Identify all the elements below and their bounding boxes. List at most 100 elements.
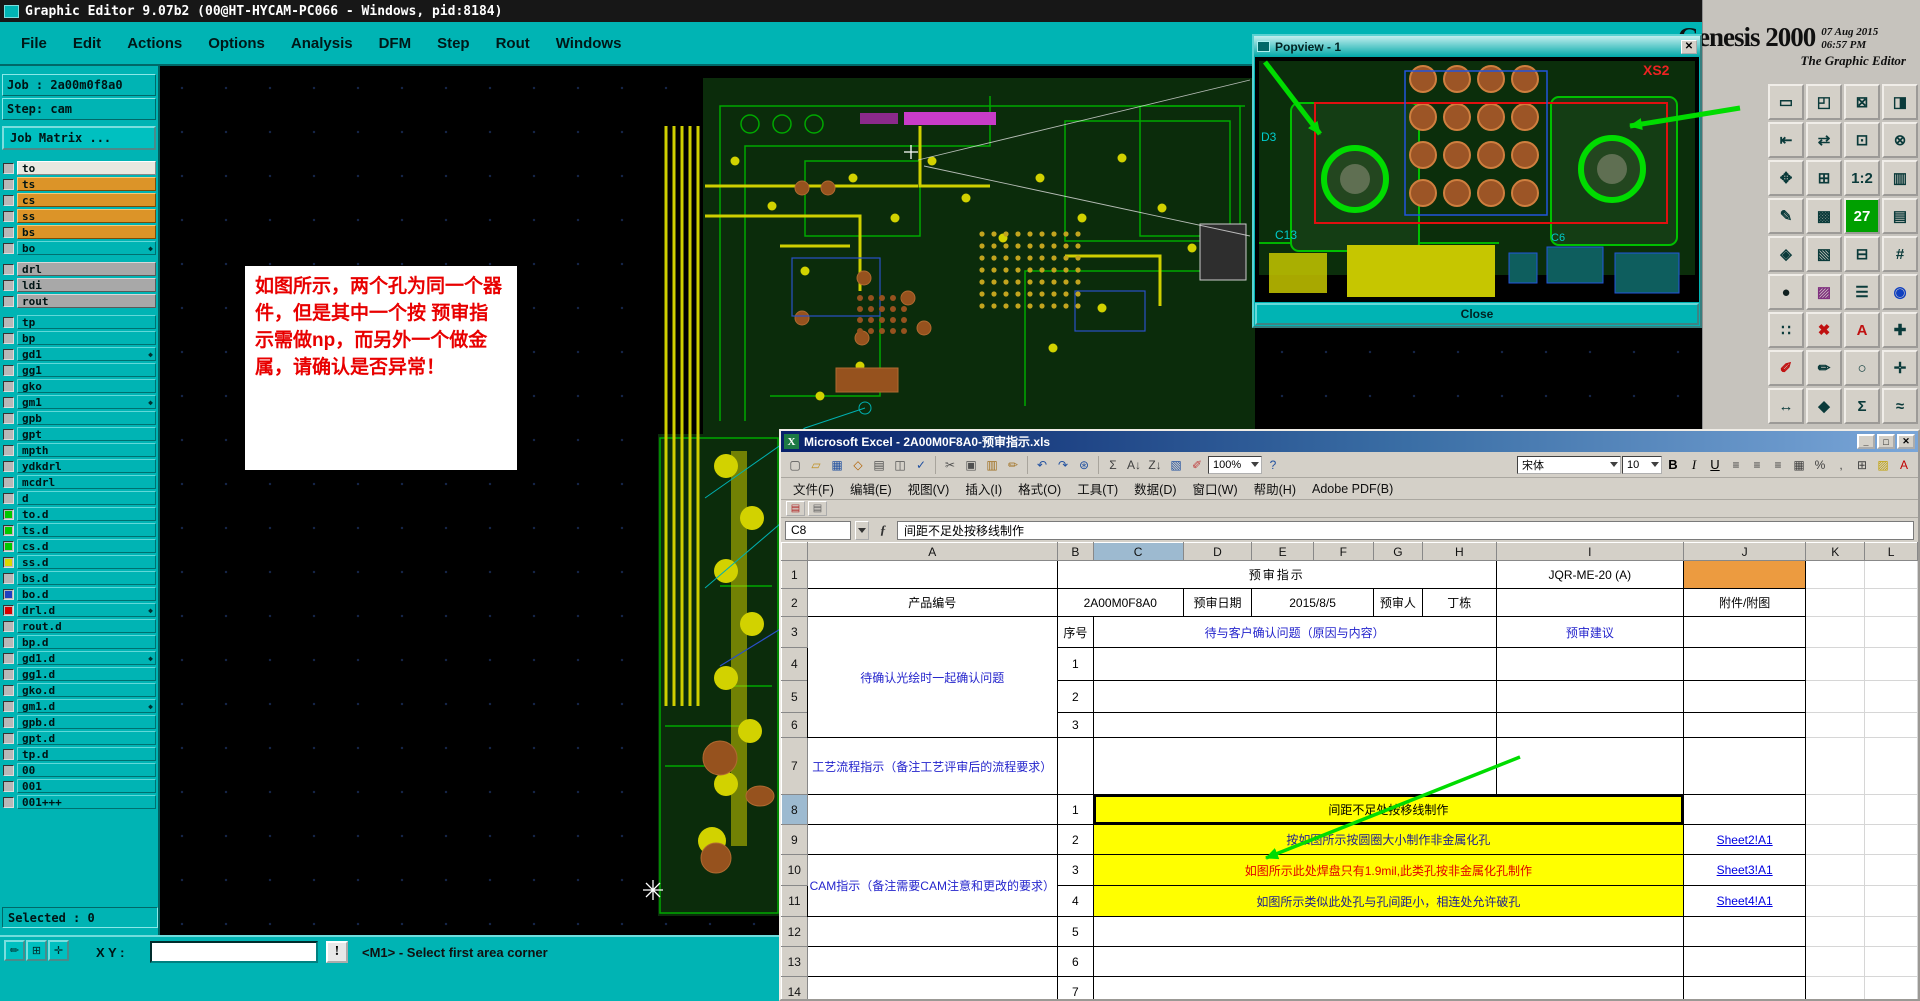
- excel-menu-5[interactable]: 格式(O): [1010, 476, 1069, 501]
- cell-C3[interactable]: 待与客户确认问题（原因与内容）: [1092, 616, 1497, 648]
- layer-checkbox[interactable]: [3, 242, 14, 254]
- cell-K4[interactable]: [1805, 647, 1866, 681]
- cell-J2[interactable]: 附件/附图: [1683, 588, 1807, 617]
- menu-edit[interactable]: Edit: [60, 30, 114, 57]
- cell-J10[interactable]: Sheet3!A1: [1683, 854, 1807, 886]
- layer-row-gd1[interactable]: gd1 ◆: [2, 346, 156, 362]
- column-header-E[interactable]: E: [1251, 542, 1314, 561]
- layer-row-gg1.d[interactable]: gg1.d: [2, 666, 156, 682]
- row-header-9[interactable]: 9: [781, 824, 808, 855]
- layer-checkbox[interactable]: [3, 716, 14, 728]
- layer-row-gko.d[interactable]: gko.d: [2, 682, 156, 698]
- layer-row-mcdrl[interactable]: mcdrl: [2, 474, 156, 490]
- layer-row-001+++[interactable]: 001+++: [2, 794, 156, 810]
- layer-checkbox[interactable]: [3, 508, 14, 520]
- cross-icon[interactable]: ✛: [1882, 350, 1918, 386]
- job-matrix-button[interactable]: Job Matrix ...: [2, 126, 156, 150]
- excel-copy-icon[interactable]: ▣: [961, 455, 981, 475]
- font-size-combo[interactable]: 10: [1622, 455, 1662, 474]
- layer-row-ss.d[interactable]: ss.d: [2, 554, 156, 570]
- layer-checkbox[interactable]: [3, 476, 14, 488]
- layer-row-bo[interactable]: bo ◆: [2, 240, 156, 256]
- cell-B13[interactable]: 6: [1056, 946, 1094, 977]
- cell-K11[interactable]: [1805, 885, 1866, 917]
- excel-align-left-icon[interactable]: ≡: [1726, 455, 1746, 475]
- layer-row-bs.d[interactable]: bs.d: [2, 570, 156, 586]
- cell-C13[interactable]: [1092, 946, 1685, 977]
- layer-checkbox[interactable]: [3, 178, 14, 190]
- fit-view-icon[interactable]: ✥: [1768, 160, 1804, 196]
- cell-A9[interactable]: [806, 824, 1058, 855]
- pattern-icon[interactable]: ▨: [1806, 274, 1842, 310]
- cell-K6[interactable]: [1805, 712, 1866, 738]
- row-header-5[interactable]: 5: [781, 680, 808, 713]
- xy-input[interactable]: [150, 941, 318, 963]
- cell-C6[interactable]: [1092, 712, 1497, 738]
- cell-I5[interactable]: [1495, 680, 1685, 713]
- layer-checkbox[interactable]: [3, 748, 14, 760]
- column-header-D[interactable]: D: [1182, 542, 1253, 561]
- menu-step[interactable]: Step: [424, 30, 483, 57]
- layer-row-bp.d[interactable]: bp.d: [2, 634, 156, 650]
- excel-print-icon[interactable]: ▤: [869, 455, 889, 475]
- pan-left-icon[interactable]: ⇤: [1768, 122, 1804, 158]
- excel-titlebar[interactable]: X Microsoft Excel - 2A00M0F8A0-预审指示.xls …: [781, 431, 1918, 452]
- layer-row-rout[interactable]: rout: [2, 293, 156, 309]
- layer-checkbox[interactable]: [3, 524, 14, 536]
- cell-J14[interactable]: [1683, 976, 1807, 999]
- cell-J9[interactable]: Sheet2!A1: [1683, 824, 1807, 855]
- column-header-B[interactable]: B: [1056, 542, 1094, 561]
- column-header-G[interactable]: G: [1372, 542, 1424, 561]
- cell-K14[interactable]: [1805, 976, 1866, 999]
- menu-rout[interactable]: Rout: [483, 30, 543, 57]
- cell-J3[interactable]: [1683, 616, 1807, 648]
- layer-checkbox[interactable]: [3, 460, 14, 472]
- close-button[interactable]: ✕: [1897, 434, 1915, 449]
- matrix-dots-icon[interactable]: ∷: [1768, 312, 1804, 348]
- layer-row-ts[interactable]: ts: [2, 176, 156, 192]
- cell-K13[interactable]: [1805, 946, 1866, 977]
- layer-checkbox[interactable]: [3, 556, 14, 568]
- shade-icon[interactable]: ▧: [1806, 236, 1842, 272]
- cell-L7[interactable]: [1864, 737, 1918, 795]
- excel-bold-button[interactable]: B: [1663, 455, 1683, 475]
- layer-checkbox[interactable]: [3, 295, 14, 307]
- cell-B9[interactable]: 2: [1056, 824, 1094, 855]
- excel-merge-center-icon[interactable]: ▦: [1789, 455, 1809, 475]
- excel-align-right-icon[interactable]: ≡: [1768, 455, 1788, 475]
- layer-checkbox[interactable]: [3, 492, 14, 504]
- layer-row-rout.d[interactable]: rout.d: [2, 618, 156, 634]
- center-view-icon[interactable]: ⊡: [1844, 122, 1880, 158]
- close-view-icon[interactable]: ⊗: [1882, 122, 1918, 158]
- dot-icon[interactable]: ●: [1768, 274, 1804, 310]
- cell-K3[interactable]: [1805, 616, 1866, 648]
- layer-row-bo.d[interactable]: bo.d: [2, 586, 156, 602]
- row-header-13[interactable]: 13: [781, 946, 808, 977]
- cell-K7[interactable]: [1805, 737, 1866, 795]
- cell-A2[interactable]: 产品编号: [806, 588, 1058, 617]
- excel-menu-2[interactable]: 编辑(E): [842, 476, 900, 501]
- layer-checkbox[interactable]: [3, 796, 14, 808]
- row-header-4[interactable]: 4: [781, 647, 808, 681]
- excel-paste-icon[interactable]: ▥: [982, 455, 1002, 475]
- layer-row-cs[interactable]: cs: [2, 192, 156, 208]
- layer-row-001[interactable]: 001: [2, 778, 156, 794]
- excel-drawing-icon[interactable]: ✐: [1187, 455, 1207, 475]
- column-header-J[interactable]: J: [1683, 542, 1807, 561]
- excel-comma-icon[interactable]: ,: [1831, 455, 1851, 475]
- diamond-view-icon[interactable]: ◈: [1768, 236, 1804, 272]
- cell-J12[interactable]: [1683, 916, 1807, 947]
- cell-C11[interactable]: 如图所示类似此处孔与孔间距小，相连处允许破孔: [1092, 885, 1685, 917]
- row-header-1[interactable]: 1: [781, 560, 808, 589]
- layer-checkbox[interactable]: [3, 412, 14, 424]
- layer-row-ldi[interactable]: ldi: [2, 277, 156, 293]
- snap-toggle-icon[interactable]: ✛: [48, 940, 69, 961]
- excel-chart-wizard-icon[interactable]: ▧: [1166, 455, 1186, 475]
- menu-actions[interactable]: Actions: [114, 30, 195, 57]
- menu-analysis[interactable]: Analysis: [278, 30, 366, 57]
- layer-checkbox[interactable]: [3, 279, 14, 291]
- excel-save-icon[interactable]: ▦: [827, 455, 847, 475]
- cell-C9[interactable]: 按如图所示按圆圈大小制作非金属化孔: [1092, 824, 1685, 855]
- layer-checkbox[interactable]: [3, 316, 14, 328]
- genesis-titlebar[interactable]: Graphic Editor 9.07b2 (00@HT-HYCAM-PC066…: [0, 0, 1702, 22]
